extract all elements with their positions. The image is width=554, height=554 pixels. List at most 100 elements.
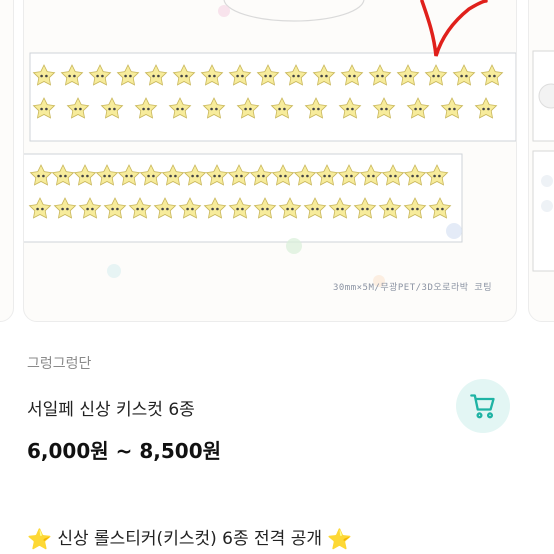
sticker-eye [108,174,111,178]
product-description-headline: ⭐ 신상 롤스티커(키스컷) 6종 전격 공개 ⭐ [27,524,352,551]
sticker-eye [320,74,323,78]
sticker-eye [210,107,213,111]
sticker-eye [176,107,179,111]
sticker-eye [235,174,238,178]
sticker-eye [41,207,44,211]
sticker-eye [257,174,260,178]
sticker-eye [166,207,169,211]
sticker-eye [37,174,40,178]
sticker-eye [264,74,267,78]
next-image-preview [532,50,554,272]
cart-icon [470,394,495,419]
sticker-eye [301,174,304,178]
spec-label: 30mm×5M/무광PET/3D오로라박 코팅 [332,283,492,293]
sticker-eye [61,207,64,211]
sticker-eye [108,107,111,111]
sticker-eye [191,207,194,211]
sticker-eye [261,207,264,211]
sticker-eye [42,174,45,178]
sticker-eye [317,107,320,111]
sticker-eye [391,207,394,211]
sticker-eye [73,74,76,78]
sticker-eye [350,174,353,178]
add-to-cart-button[interactable] [456,379,510,433]
sticker-eye [240,174,243,178]
sticker-eye [161,207,164,211]
sticker-eye [147,174,150,178]
sticker-eye [113,107,116,111]
product-image[interactable]: 30mm×5M/무광PET/3D오로라박 코팅 [23,0,517,322]
sticker-eye [213,74,216,78]
sticker-eye [351,107,354,111]
sticker-eye [103,174,106,178]
sticker-eye [306,174,309,178]
sticker-eye [312,107,315,111]
sticker-eye [376,74,379,78]
sticker-eye [111,207,114,211]
sticker-eye [361,207,364,211]
sticker-eye [262,174,265,178]
sticker-eye [411,207,414,211]
sticker-eye [74,107,77,111]
sticker-eye [419,107,422,111]
sticker-eye [325,74,328,78]
sticker-eye [124,74,127,78]
star-icon: ⭐ [327,527,353,551]
sticker-eye [416,207,419,211]
sticker-eye [96,74,99,78]
sticker-eye [116,207,119,211]
sticker-eye [381,74,384,78]
previous-image-card[interactable] [0,0,14,322]
sticker-eye [169,174,172,178]
sticker-eye [125,174,128,178]
sticker-eye [286,207,289,211]
sticker-eye [297,74,300,78]
sticker-eye [441,207,444,211]
sticker-eye [142,107,145,111]
sticker-eye [208,74,211,78]
sticker-eye [68,74,71,78]
sticker-eye [185,74,188,78]
sticker-eye [488,74,491,78]
sticker-eye [345,174,348,178]
sticker-eye [411,174,414,178]
sticker-eye [141,207,144,211]
star-icon: ⭐ [27,527,52,551]
sticker-eye [385,107,388,111]
sticker-eye [36,207,39,211]
sticker-eye [279,174,282,178]
sticker-eye [79,107,82,111]
image-carousel[interactable]: 30mm×5M/무광PET/3D오로라박 코팅 [0,0,554,330]
sticker-eye [152,174,155,178]
sticker-eye [311,207,314,211]
sticker-eye [291,207,294,211]
sticker-eye [367,174,370,178]
sticker-eye [213,174,216,178]
sticker-eye [86,174,89,178]
sticker-eye [438,174,441,178]
sticker-eye [353,74,356,78]
sticker-eye [244,107,247,111]
product-title: 서일페 신상 키스컷 6종 [27,400,195,420]
product-price: 6,000원 ~ 8,500원 [27,439,222,463]
sticker-eye [129,74,132,78]
sticker-eye [249,107,252,111]
seller-name[interactable]: 그렁그렁단 [27,353,91,373]
sticker-eye [487,107,490,111]
sticker-eye [191,174,194,178]
description-text: 신상 롤스티커(키스컷) 6종 전격 공개 [57,529,322,549]
sticker-eye [482,107,485,111]
sticker-eye [292,74,295,78]
sticker-eye [404,74,407,78]
next-image-card[interactable] [528,0,554,322]
sticker-eye [386,207,389,211]
sticker-eye [241,207,244,211]
sticker-eye [152,74,155,78]
sticker-eye [341,207,344,211]
sticker-eye [81,174,84,178]
sticker-eye [157,74,160,78]
sticker-eye [59,174,62,178]
sticker-eye [101,74,104,78]
sticker-eye [241,74,244,78]
sticker-eye [215,107,218,111]
